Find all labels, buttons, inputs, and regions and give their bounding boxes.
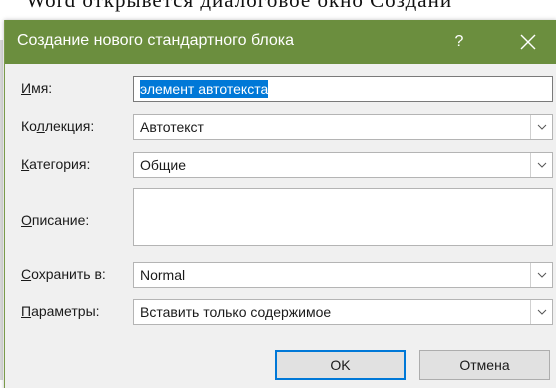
description-textarea[interactable] <box>133 188 553 246</box>
description-label: Описание: <box>21 212 90 228</box>
background-left-edge <box>0 40 3 380</box>
gallery-select[interactable]: Автотекст <box>133 114 553 140</box>
save-in-label: Сохранить в: <box>21 266 106 282</box>
category-select[interactable]: Общие <box>133 152 553 178</box>
dialog-titlebar[interactable]: Создание нового стандартного блока ? <box>5 20 556 64</box>
chevron-down-icon <box>537 124 547 130</box>
save-in-select[interactable]: Normal <box>133 262 553 288</box>
chevron-down-icon <box>537 162 547 168</box>
gallery-select-value: Автотекст <box>140 119 204 135</box>
ok-button[interactable]: OK <box>275 350 406 380</box>
options-select[interactable]: Вставить только содержимое <box>133 299 553 325</box>
close-icon <box>520 34 536 50</box>
save-in-dropdown-button[interactable] <box>530 263 552 287</box>
options-select-value: Вставить только содержимое <box>140 304 332 320</box>
gallery-dropdown-button[interactable] <box>530 115 552 139</box>
category-dropdown-button[interactable] <box>530 153 552 177</box>
name-input-value: элемент автотекста <box>140 80 269 98</box>
name-label: Имя: <box>21 80 53 96</box>
gallery-label: Коллекция: <box>21 118 95 134</box>
screen: Word открывется диалоговое окно Создани … <box>0 0 556 388</box>
help-button[interactable]: ? <box>445 28 473 56</box>
save-in-select-value: Normal <box>140 267 186 283</box>
cancel-button[interactable]: Отмена <box>419 350 550 380</box>
create-building-block-dialog: Создание нового стандартного блока ? Имя… <box>4 20 556 388</box>
name-input[interactable]: элемент автотекста <box>133 76 553 102</box>
category-select-value: Общие <box>140 157 187 173</box>
background-document-text: Word открывется диалоговое окно Создани <box>26 0 453 12</box>
chevron-down-icon <box>537 309 547 315</box>
options-label: Параметры: <box>21 303 100 319</box>
chevron-down-icon <box>537 272 547 278</box>
options-dropdown-button[interactable] <box>530 300 552 324</box>
dialog-title: Создание нового стандартного блока <box>17 32 295 49</box>
close-button[interactable] <box>511 28 543 56</box>
category-label: Категория: <box>21 156 91 172</box>
